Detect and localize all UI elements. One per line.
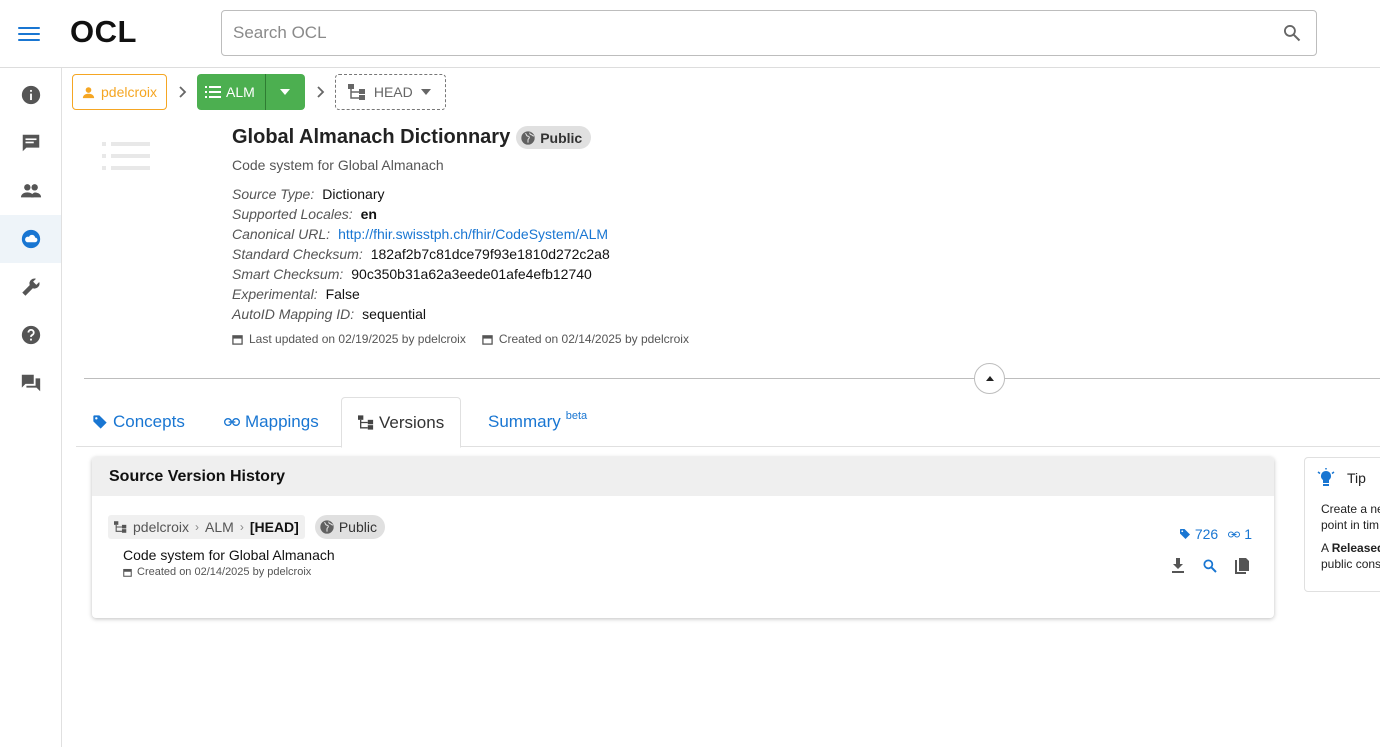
- globe-icon: [521, 130, 535, 145]
- menu-icon[interactable]: [14, 20, 44, 48]
- version-description: Code system for Global Almanach: [123, 547, 335, 563]
- version-tree-icon: [347, 84, 365, 100]
- caret-down-icon: [420, 89, 431, 95]
- people-icon: [20, 184, 41, 198]
- source-meta: Last updated on 02/19/2025 by pdelcroix …: [232, 332, 689, 346]
- prop-canonical-url: Canonical URL: http://fhir.swisstph.ch/fh…: [232, 226, 609, 242]
- version-tree-icon: [358, 415, 374, 430]
- prop-experimental: Experimental: False: [232, 286, 360, 302]
- sidebar-item-people[interactable]: [0, 167, 61, 215]
- caret-up-icon: [985, 376, 994, 381]
- help-icon: [21, 325, 40, 345]
- repo-button-main[interactable]: ALM: [197, 74, 265, 110]
- prop-smart-checksum: Smart Checksum: 90c350b31a62a3eede01afe4e…: [232, 266, 592, 282]
- repo-button: ALM: [197, 74, 305, 110]
- tag-icon: [1179, 529, 1190, 539]
- tab-summary[interactable]: Summary beta: [488, 397, 587, 447]
- last-updated-text: Last updated on 02/19/2025 by pdelcroix: [249, 332, 466, 346]
- caret-down-icon: [280, 89, 291, 95]
- sidebar-item-chat[interactable]: [0, 119, 61, 167]
- info-icon: [21, 85, 40, 105]
- sidebar-item-help[interactable]: [0, 311, 61, 359]
- canonical-url-link[interactable]: http://fhir.swisstph.ch/fhir/CodeSystem/…: [338, 226, 608, 242]
- sidebar: [0, 68, 62, 747]
- tab-versions[interactable]: Versions: [341, 397, 462, 448]
- tab-mappings[interactable]: Mappings: [224, 397, 319, 447]
- chevron-right-icon: ›: [239, 520, 244, 534]
- source-properties: Source Type: Dictionary Supported Locales…: [232, 184, 689, 324]
- owner-chip[interactable]: pdelcroix: [72, 74, 168, 110]
- app-logo[interactable]: OCL: [70, 14, 137, 50]
- download-icon[interactable]: [1168, 556, 1188, 576]
- search-box: [221, 10, 1317, 56]
- version-tree-icon: [114, 521, 127, 533]
- page-title: Global Almanach Dictionnary: [232, 126, 511, 148]
- version-meta: Created on 02/14/2025 by pdelcroix: [123, 566, 385, 578]
- repo-dropdown-button[interactable]: [264, 74, 305, 110]
- lightbulb-icon: [1317, 468, 1335, 486]
- sidebar-item-forum[interactable]: [0, 359, 61, 407]
- wrench-icon: [21, 278, 39, 296]
- created-text: Created on 02/14/2025 by pdelcroix: [498, 332, 689, 346]
- breadcrumb: pdelcroix ALM HEAD: [72, 74, 446, 110]
- source-header: Global Almanach Dictionnary Public Code …: [232, 126, 689, 346]
- chevron-right-icon: ›: [195, 520, 200, 534]
- top-app-bar: OCL: [0, 0, 1380, 68]
- concepts-count[interactable]: 726: [1179, 526, 1218, 542]
- sidebar-item-tools[interactable]: [0, 263, 61, 311]
- tip-body: Create a ne point in tim A Released public…: [1321, 502, 1380, 571]
- panel-title: Source Version History: [92, 457, 1274, 496]
- search-icon[interactable]: [1200, 556, 1220, 576]
- version-history-panel: Source Version History pdelcroix › ALM ›…: [92, 457, 1274, 618]
- person-icon: [82, 86, 95, 98]
- search-icon[interactable]: [1282, 23, 1302, 48]
- calendar-icon: [482, 334, 493, 345]
- chevron-right-icon: [177, 86, 187, 98]
- repo-list-icon: [102, 142, 150, 175]
- search-input[interactable]: [222, 11, 1262, 55]
- chat-icon: [22, 134, 39, 152]
- version-actions: [1168, 556, 1252, 576]
- prop-supported-locales: Supported Locales: en: [232, 206, 377, 222]
- cloud-icon: [21, 229, 40, 249]
- prop-source-type: Source Type: Dictionary: [232, 186, 385, 202]
- collapse-header-button[interactable]: [974, 363, 1005, 394]
- owner-label: pdelcroix: [101, 84, 158, 100]
- tag-icon: [93, 415, 107, 429]
- visibility-badge: Public: [516, 126, 592, 149]
- chevron-right-icon: [315, 86, 325, 98]
- list-icon: [205, 86, 222, 98]
- link-icon: [224, 418, 240, 426]
- tip-card: Tip Create a ne point in tim A Released pu…: [1304, 457, 1380, 592]
- version-path[interactable]: pdelcroix › ALM › [HEAD]: [108, 515, 305, 539]
- prop-autoid-mapping: AutoID Mapping ID: sequential: [232, 306, 426, 322]
- source-description: Code system for Global Almanach: [232, 157, 444, 173]
- forum-icon: [21, 374, 40, 392]
- header-divider: [84, 378, 1380, 379]
- calendar-icon: [232, 334, 243, 345]
- tip-title: Tip: [1347, 470, 1366, 486]
- version-row: pdelcroix › ALM › [HEAD] Public Code sys…: [108, 515, 385, 578]
- sidebar-item-cloud[interactable]: [0, 215, 61, 263]
- prop-standard-checksum: Standard Checksum: 182af2b7c81dce79f93e18…: [232, 246, 610, 262]
- mappings-count[interactable]: 1: [1228, 526, 1252, 542]
- globe-icon: [320, 520, 334, 534]
- version-label: HEAD: [373, 84, 413, 100]
- visibility-badge: Public: [314, 515, 385, 539]
- tab-bar: Concepts Mappings Versions Summary beta: [76, 397, 1380, 448]
- copy-icon[interactable]: [1232, 556, 1252, 576]
- version-button[interactable]: HEAD: [334, 74, 446, 110]
- sidebar-item-info[interactable]: [0, 71, 61, 119]
- repo-label: ALM: [226, 84, 255, 100]
- version-counts: 726 1: [1179, 526, 1252, 542]
- link-icon: [1228, 531, 1241, 537]
- tab-concepts[interactable]: Concepts: [92, 397, 185, 447]
- calendar-icon: [123, 568, 132, 577]
